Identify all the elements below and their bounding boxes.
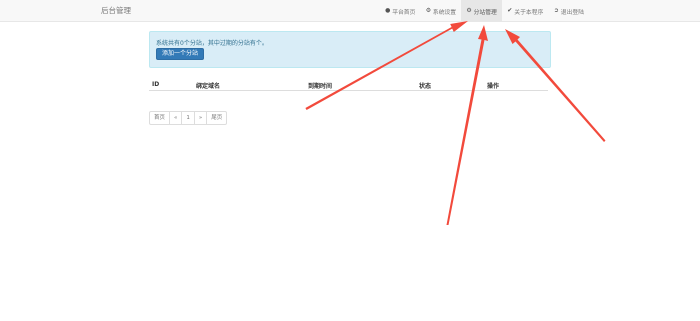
nav-item-label: 系统设置 [432,9,457,16]
top-navbar: 后台管理 ● 平台首页 ⚙ 系统设置 ⚙ 分站管理 ✔ 关于本程序 ➲ 退出登陆 [0,0,700,22]
check-icon: ✔ [507,7,513,14]
nav-item-label: 退出登陆 [560,9,584,16]
brand-title[interactable]: 后台管理 [101,0,131,22]
nav-item-label: 平台首页 [392,9,416,16]
add-substation-button[interactable]: 添加一个分站 [156,48,205,60]
nav-item-substations[interactable]: ⚙ 分站管理 [461,0,502,22]
info-alert: 系统共有0个分站，其中过期的分站有个。 添加一个分站 [149,31,551,68]
nav-item-label: 分站管理 [473,9,497,16]
user-icon: ● [385,7,391,14]
nav-item-home[interactable]: ● 平台首页 [380,0,421,22]
alert-message: 系统共有0个分站，其中过期的分站有个。 [156,40,268,47]
column-header-expiry: 到期时间 [308,83,333,90]
column-header-id: ID [152,81,160,88]
logout-icon: ➲ [553,7,559,14]
page-last-button[interactable]: 尾页 [206,111,228,125]
substation-table: ID 绑定域名 到期时间 状态 操作 [149,79,548,91]
gear-icon: ⚙ [425,7,432,14]
nav-item-logout[interactable]: ➲ 退出登陆 [548,0,589,22]
column-header-domain: 绑定域名 [196,83,221,90]
page-prev-button[interactable]: « [169,111,183,125]
column-header-status: 状态 [419,83,432,90]
table-header: ID 绑定域名 到期时间 状态 操作 [149,79,548,91]
page-first-button[interactable]: 首页 [149,111,171,125]
gear-icon: ⚙ [466,7,472,14]
column-header-actions: 操作 [487,83,500,90]
page-next-button[interactable]: » [193,111,208,125]
nav-menu: ● 平台首页 ⚙ 系统设置 ⚙ 分站管理 ✔ 关于本程序 ➲ 退出登陆 [380,0,589,22]
nav-item-about[interactable]: ✔ 关于本程序 [502,0,549,22]
nav-item-label: 关于本程序 [514,9,544,16]
page-current-button[interactable]: 1 [181,111,195,125]
pagination: 首页 « 1 » 尾页 [149,111,228,125]
nav-item-settings[interactable]: ⚙ 系统设置 [420,0,461,22]
